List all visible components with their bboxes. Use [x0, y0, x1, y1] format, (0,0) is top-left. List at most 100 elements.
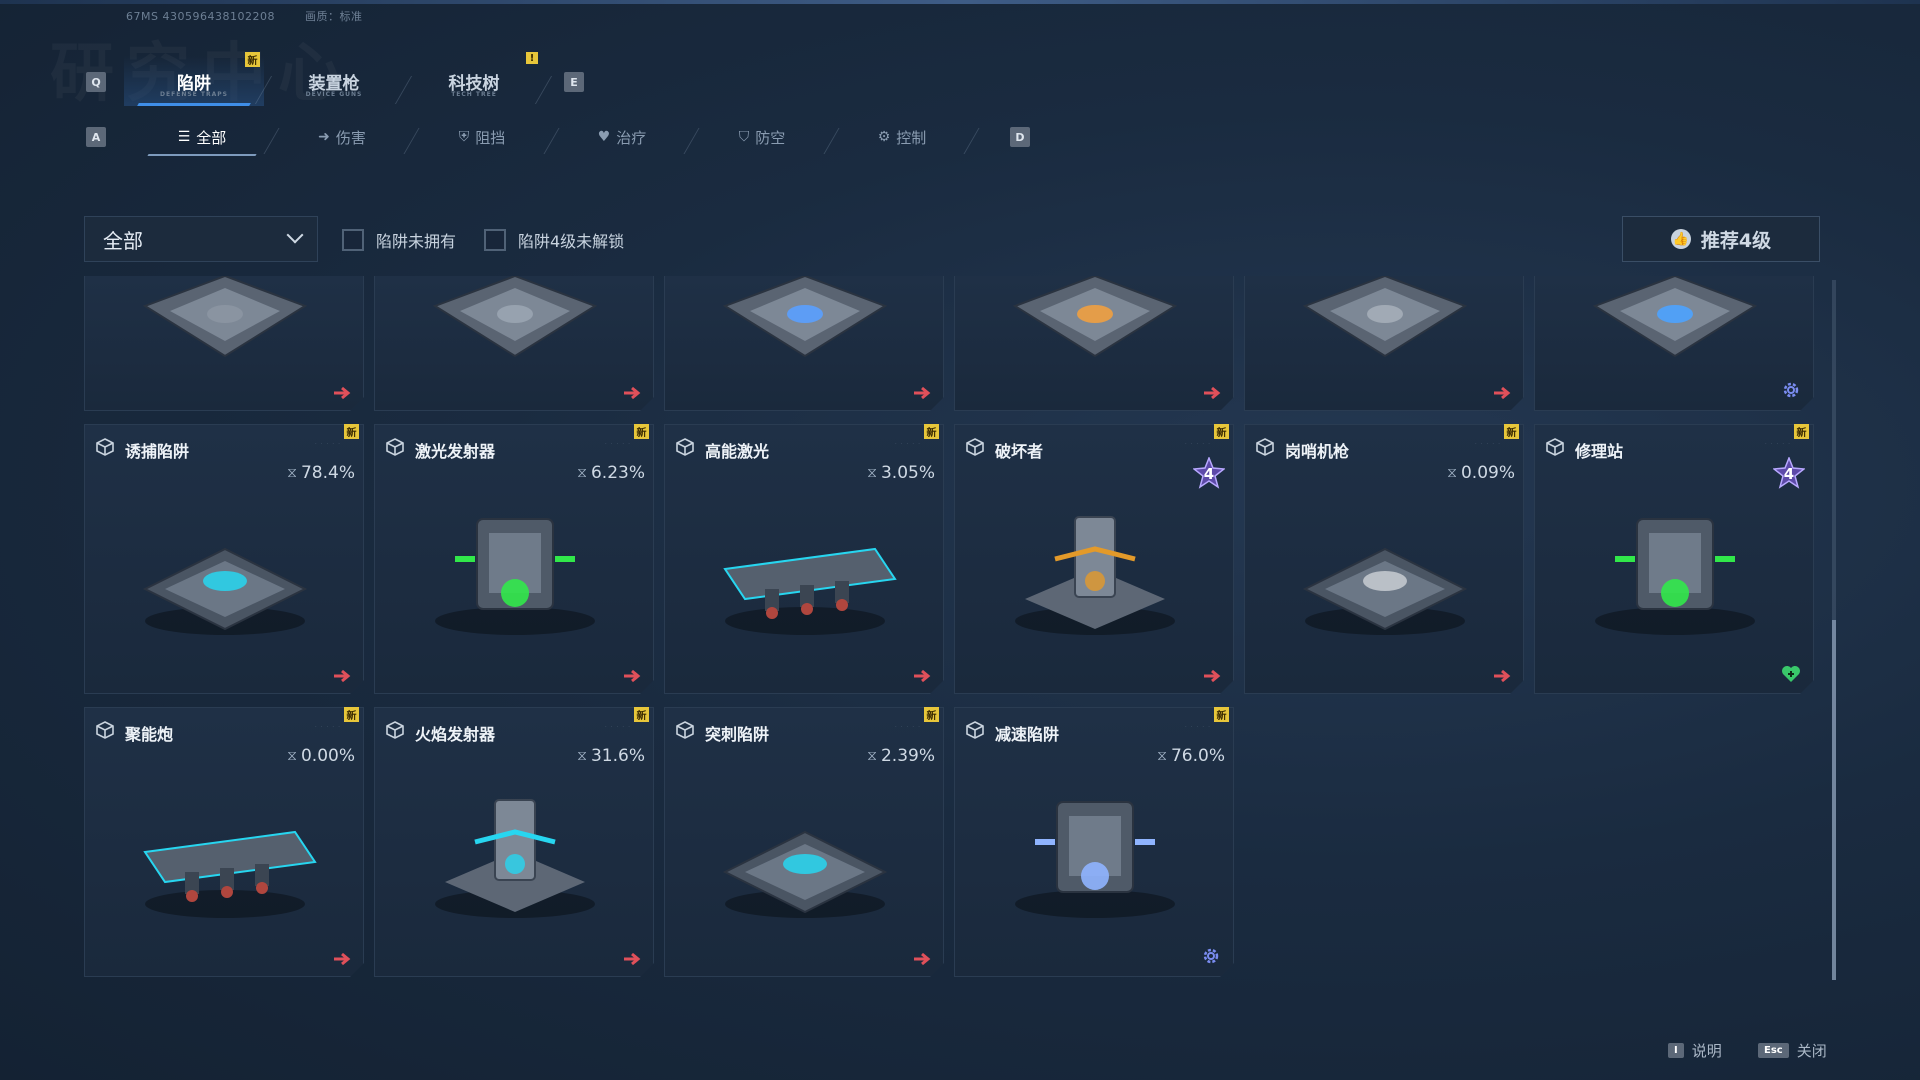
scrollbar-thumb[interactable]: [1832, 620, 1836, 980]
trap-card[interactable]: 破坏者 · · · · · 新 4: [954, 424, 1234, 694]
trap-percentage: ⧖ 78.4%: [287, 463, 355, 483]
checkbox-box[interactable]: [342, 229, 364, 251]
hourglass-icon: ⧖: [867, 748, 877, 764]
category-tabs: ☰ 全部 ➜ 伤害 ⛨ 阻挡 ♥ 治疗 ⛉ 防空 ⚙ 控制: [132, 118, 972, 156]
cube-icon: [95, 720, 115, 740]
key-e-next-tab[interactable]: E: [564, 72, 584, 92]
percentage-value: 0.09%: [1460, 463, 1515, 483]
new-badge: 新: [634, 424, 649, 439]
trap-artwork: [415, 489, 615, 649]
filter-unowned-label: 陷阱未拥有: [376, 232, 457, 251]
new-badge: 新: [924, 424, 939, 439]
tab-all[interactable]: ☰ 全部: [132, 118, 272, 156]
trap-card[interactable]: 诱捕陷阱 · · · · · 新 ⧖ 78.4%: [84, 424, 364, 694]
trap-name: 破坏者: [995, 442, 1044, 461]
trap-name: 火焰发射器: [415, 725, 496, 744]
key-d-next-filter[interactable]: D: [1010, 127, 1030, 147]
trap-card-partial[interactable]: [1244, 276, 1524, 411]
tab-anti-air[interactable]: ⛉ 防空: [692, 118, 832, 156]
trap-grid: 诱捕陷阱 · · · · · 新 ⧖ 78.4% 激光发射器 · · · · · 新 ⧖ 6.23…: [84, 276, 1824, 980]
tab-damage[interactable]: ➜ 伤害: [272, 118, 412, 156]
trap-card-partial[interactable]: [664, 276, 944, 411]
trap-percentage: ⧖ 0.09%: [1447, 463, 1515, 483]
category-dropdown[interactable]: 全部: [84, 216, 318, 262]
key-a-prev-filter[interactable]: A: [86, 127, 106, 147]
help-button[interactable]: I 说明: [1668, 1040, 1722, 1061]
new-badge: 新: [1794, 424, 1809, 439]
tab-traps-label: 陷阱: [177, 73, 211, 94]
trap-card-partial[interactable]: [954, 276, 1234, 411]
trap-card[interactable]: 聚能炮 · · · · · 新 ⧖ 0.00%: [84, 707, 364, 977]
tab-control-label: 控制: [896, 128, 927, 147]
shield-plane-icon: ⛉: [738, 129, 750, 145]
shield-icon: ⛨: [458, 129, 470, 145]
percentage-value: 6.23%: [590, 463, 645, 483]
trap-card[interactable]: 高能激光 · · · · · 新 ⧖ 3.05%: [664, 424, 944, 694]
trap-card-partial[interactable]: [374, 276, 654, 411]
trap-percentage: ⧖ 76.0%: [1157, 746, 1225, 766]
gear-icon: [1201, 946, 1221, 966]
arrow-right-icon: [623, 952, 643, 966]
svg-text:4: 4: [1784, 465, 1794, 483]
trap-name: 激光发射器: [415, 442, 496, 461]
thumbs-up-icon: 👍: [1670, 229, 1691, 249]
trap-card[interactable]: 火焰发射器 · · · · · 新 ⧖ 31.6%: [374, 707, 654, 977]
arrow-right-icon: [1493, 386, 1513, 400]
trap-subcaption: · · · · ·: [604, 441, 631, 448]
trap-percentage: ⧖ 31.6%: [577, 746, 645, 766]
arrow-right-icon: [333, 386, 353, 400]
trap-card[interactable]: 激光发射器 · · · · · 新 ⧖ 6.23%: [374, 424, 654, 694]
tab-control[interactable]: ⚙ 控制: [832, 118, 972, 156]
close-label: 关闭: [1796, 1042, 1827, 1060]
trap-card[interactable]: 修理站 · · · · · 新 4: [1534, 424, 1814, 694]
percentage-value: 76.0%: [1170, 746, 1225, 766]
tab-tech-tree-caption: TECH TREE: [451, 91, 497, 98]
tab-device-guns[interactable]: 装置枪 DEVICE GUNS: [264, 56, 404, 106]
tab-damage-label: 伤害: [335, 128, 366, 147]
trap-artwork: [1285, 276, 1485, 376]
key-q-prev-tab[interactable]: Q: [86, 72, 106, 92]
tab-traps[interactable]: 陷阱 DEFENSE TRAPS 新: [124, 52, 264, 106]
tab-block[interactable]: ⛨ 阻挡: [412, 118, 552, 156]
trap-card[interactable]: 岗哨机枪 · · · · · 新 ⧖ 0.09%: [1244, 424, 1524, 694]
trap-card-partial[interactable]: [84, 276, 364, 411]
cube-icon: [385, 437, 405, 457]
trap-card-partial[interactable]: [1534, 276, 1814, 411]
level-star-badge: 4: [1773, 457, 1805, 489]
cube-icon: [675, 720, 695, 740]
percentage-value: 2.39%: [880, 746, 935, 766]
trap-name: 诱捕陷阱: [125, 442, 190, 461]
trap-percentage: ⧖ 6.23%: [577, 463, 645, 483]
tab-traps-caption: DEFENSE TRAPS: [160, 91, 228, 98]
trap-artwork: [415, 772, 615, 932]
cube-icon: [965, 437, 985, 457]
close-button[interactable]: Esc 关闭: [1758, 1040, 1827, 1061]
trap-card[interactable]: 突刺陷阱 · · · · · 新 ⧖ 2.39%: [664, 707, 944, 977]
hourglass-icon: ⧖: [287, 465, 297, 481]
alert-badge: !: [526, 52, 538, 64]
tab-device-guns-caption: DEVICE GUNS: [305, 91, 363, 98]
trap-name: 减速陷阱: [995, 725, 1060, 744]
svg-text:4: 4: [1204, 465, 1214, 483]
recommend-lv4-button[interactable]: 👍 推荐4级: [1622, 216, 1820, 262]
filter-unowned-checkbox[interactable]: 陷阱未拥有: [342, 228, 456, 252]
checkbox-box[interactable]: [484, 229, 506, 251]
hourglass-icon: ⧖: [577, 465, 587, 481]
percentage-value: 0.00%: [300, 746, 355, 766]
new-badge: 新: [924, 707, 939, 722]
tab-tech-tree[interactable]: 科技树 TECH TREE !: [404, 52, 544, 106]
trap-percentage: ⧖ 3.05%: [867, 463, 935, 483]
tab-heal[interactable]: ♥ 治疗: [552, 118, 692, 156]
arrow-right-icon: [623, 386, 643, 400]
trap-subcaption: · · · · ·: [894, 724, 921, 731]
percentage-value: 78.4%: [300, 463, 355, 483]
trap-artwork: [995, 772, 1195, 932]
filter-lv4-checkbox[interactable]: 陷阱4级未解锁: [484, 228, 624, 252]
cube-icon: [675, 437, 695, 457]
trap-name: 修理站: [1575, 442, 1624, 461]
arrow-right-icon: [913, 386, 933, 400]
new-badge: 新: [634, 707, 649, 722]
trap-card[interactable]: 减速陷阱 · · · · · 新 ⧖ 76.0%: [954, 707, 1234, 977]
trap-subcaption: · · · · ·: [1184, 724, 1211, 731]
hourglass-icon: ⧖: [577, 748, 587, 764]
